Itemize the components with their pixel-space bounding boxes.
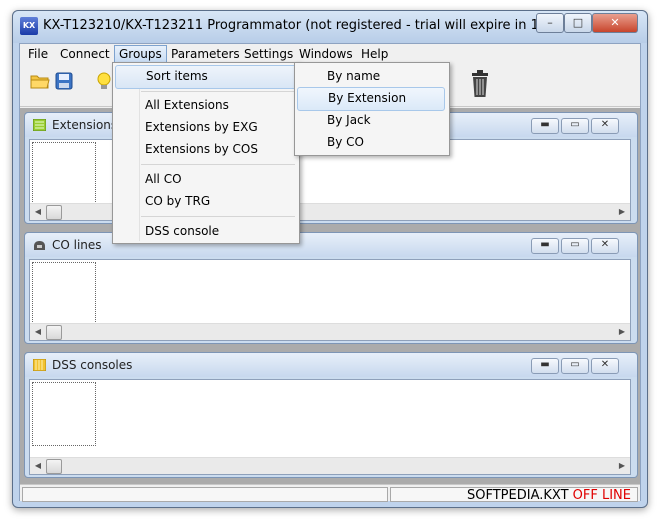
app-icon[interactable]: KX bbox=[20, 17, 38, 35]
extensions-panel-title: Extensions bbox=[52, 118, 118, 132]
horizontal-scrollbar[interactable]: ◀ ▶ bbox=[30, 323, 630, 340]
scroll-left-icon[interactable]: ◀ bbox=[31, 205, 45, 219]
panel-close-button[interactable]: ✕ bbox=[591, 118, 619, 134]
menu-windows[interactable]: Windows bbox=[295, 45, 357, 63]
scroll-right-icon[interactable]: ▶ bbox=[615, 205, 629, 219]
horizontal-scrollbar[interactable]: ◀ ▶ bbox=[30, 457, 630, 474]
menu-item-extensions-by-cos[interactable]: Extensions by COS bbox=[115, 138, 295, 160]
scroll-thumb[interactable] bbox=[46, 205, 62, 220]
co-lines-panel-title: CO lines bbox=[52, 238, 102, 252]
co-lines-item-box[interactable] bbox=[32, 262, 96, 326]
dss-consoles-list[interactable]: ◀ ▶ bbox=[29, 379, 631, 475]
status-bar: SOFTPEDIA.KXT OFF LINE bbox=[20, 484, 640, 503]
menu-item-all-co[interactable]: All CO bbox=[115, 168, 295, 190]
menu-item-co-by-trg[interactable]: CO by TRG bbox=[115, 190, 295, 212]
submenu-item-by-jack[interactable]: By Jack bbox=[297, 109, 445, 131]
menu-item-dss-console[interactable]: DSS console bbox=[115, 220, 295, 242]
dss-consoles-item-box[interactable] bbox=[32, 382, 96, 446]
co-lines-panel: CO lines ▬ ▭ ✕ ◀ ▶ bbox=[24, 232, 638, 344]
phone-icon bbox=[33, 239, 46, 251]
scroll-right-icon[interactable]: ▶ bbox=[615, 459, 629, 473]
save-icon[interactable] bbox=[52, 72, 76, 96]
dss-consoles-panel: DSS consoles ▬ ▭ ✕ ◀ ▶ bbox=[24, 352, 638, 478]
dss-consoles-panel-title: DSS consoles bbox=[52, 358, 133, 372]
panel-close-button[interactable]: ✕ bbox=[591, 358, 619, 374]
menu-bar: File Connect Groups Parameters Settings … bbox=[20, 44, 640, 65]
menu-separator bbox=[141, 91, 295, 92]
minimize-button[interactable]: – bbox=[536, 13, 564, 33]
trash-icon[interactable] bbox=[468, 70, 492, 97]
panel-maximize-button[interactable]: ▭ bbox=[561, 118, 589, 134]
scroll-left-icon[interactable]: ◀ bbox=[31, 325, 45, 339]
window-title: KX-T123210/KX-T123211 Programmator (not … bbox=[43, 18, 588, 33]
menu-item-all-extensions[interactable]: All Extensions bbox=[115, 94, 295, 116]
panel-minimize-button[interactable]: ▬ bbox=[531, 358, 559, 374]
extensions-icon bbox=[32, 118, 47, 132]
connection-status: SOFTPEDIA.KXT OFF LINE bbox=[467, 488, 631, 503]
status-panel-right: SOFTPEDIA.KXT OFF LINE bbox=[390, 487, 638, 503]
scroll-thumb[interactable] bbox=[46, 459, 62, 474]
offline-indicator: OFF LINE bbox=[572, 488, 631, 503]
menu-separator bbox=[141, 216, 295, 217]
submenu-item-by-extension[interactable]: By Extension bbox=[297, 87, 445, 111]
open-folder-icon[interactable] bbox=[28, 72, 52, 96]
title-bar[interactable]: KX KX-T123210/KX-T123211 Programmator (n… bbox=[13, 11, 647, 43]
menu-help[interactable]: Help bbox=[357, 45, 392, 63]
panel-minimize-button[interactable]: ▬ bbox=[531, 238, 559, 254]
dss-consoles-panel-titlebar[interactable]: DSS consoles ▬ ▭ ✕ bbox=[25, 353, 637, 377]
menu-separator bbox=[141, 164, 295, 165]
submenu-item-by-name[interactable]: By name bbox=[297, 65, 445, 87]
extensions-item-box[interactable] bbox=[32, 142, 96, 206]
menu-file[interactable]: File bbox=[24, 45, 52, 63]
panel-close-button[interactable]: ✕ bbox=[591, 238, 619, 254]
sort-submenu: By name By Extension By Jack By CO bbox=[294, 62, 450, 156]
status-panel-left bbox=[22, 487, 388, 502]
panel-maximize-button[interactable]: ▭ bbox=[561, 358, 589, 374]
close-button[interactable]: ✕ bbox=[592, 13, 638, 33]
maximize-button[interactable]: □ bbox=[564, 13, 592, 33]
scroll-left-icon[interactable]: ◀ bbox=[31, 459, 45, 473]
panel-minimize-button[interactable]: ▬ bbox=[531, 118, 559, 134]
sort-items-label: Sort items bbox=[146, 69, 208, 83]
menu-settings[interactable]: Settings bbox=[240, 45, 297, 63]
menu-item-extensions-by-exg[interactable]: Extensions by EXG bbox=[115, 116, 295, 138]
menu-connect[interactable]: Connect bbox=[56, 45, 114, 63]
scroll-thumb[interactable] bbox=[46, 325, 62, 340]
submenu-item-by-co[interactable]: By CO bbox=[297, 131, 445, 153]
panel-maximize-button[interactable]: ▭ bbox=[561, 238, 589, 254]
groups-dropdown: Sort items ▶ All Extensions Extensions b… bbox=[112, 62, 325, 244]
scroll-right-icon[interactable]: ▶ bbox=[615, 325, 629, 339]
co-lines-list[interactable]: ◀ ▶ bbox=[29, 259, 631, 341]
project-name: SOFTPEDIA.KXT bbox=[467, 488, 569, 503]
menu-parameters[interactable]: Parameters bbox=[167, 45, 244, 63]
dss-icon bbox=[32, 358, 47, 372]
